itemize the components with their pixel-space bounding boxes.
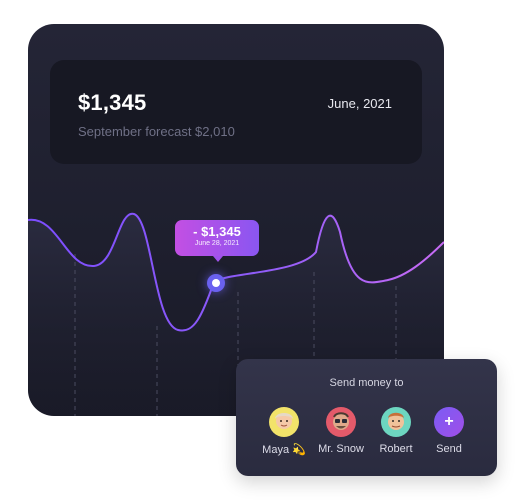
contact-robert[interactable]: Robert	[366, 407, 426, 455]
send-contact-button[interactable]: + Send	[419, 407, 479, 455]
send-panel-title: Send money to	[329, 377, 404, 389]
tooltip-date: June 28, 2021	[194, 240, 240, 247]
chart-tooltip: - $1,345 June 28, 2021	[175, 220, 259, 262]
send-money-panel: Send money to Maya 💫 Mr. Snow Robert + S…	[236, 359, 497, 476]
contact-name: Maya 💫	[262, 444, 306, 456]
memoji-avatar-icon	[326, 407, 356, 437]
contact-maya[interactable]: Maya 💫	[254, 407, 314, 456]
chart-point-marker[interactable]	[207, 274, 225, 292]
contact-mr-snow[interactable]: Mr. Snow	[311, 407, 371, 455]
plus-icon[interactable]: +	[434, 407, 464, 437]
balance-card: $1,345 June, 2021 September forecast $2,…	[28, 24, 444, 416]
contact-name: Robert	[379, 443, 413, 455]
memoji-avatar-icon	[381, 407, 411, 437]
tooltip-amount: - $1,345	[193, 224, 241, 239]
send-label: Send	[436, 443, 462, 455]
memoji-avatar-icon	[269, 407, 299, 437]
contact-name: Mr. Snow	[318, 443, 364, 455]
marker-dot	[212, 279, 220, 287]
